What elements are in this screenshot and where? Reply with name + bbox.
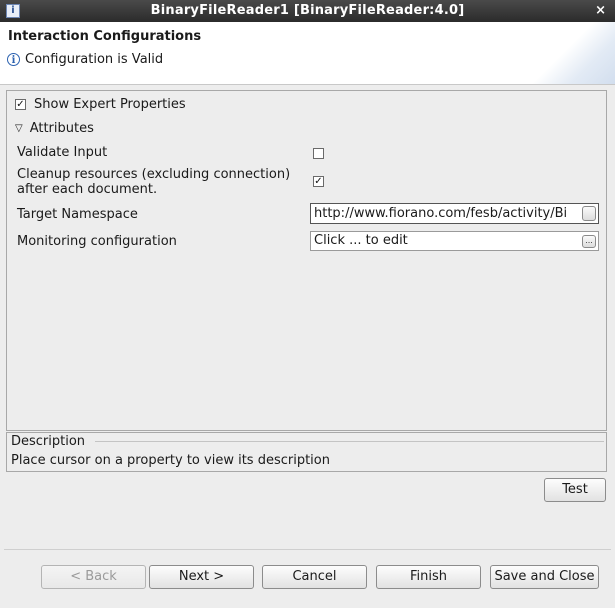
validate-input-checkbox[interactable] [313,148,324,159]
monitoring-config-label: Monitoring configuration [17,234,177,249]
target-namespace-label: Target Namespace [17,207,138,222]
expand-triangle-icon[interactable]: ▽ [15,123,23,134]
info-icon: i [7,53,20,66]
attributes-group-toggle[interactable]: ▽ Attributes [15,121,94,136]
finish-button[interactable]: Finish [376,565,481,589]
target-namespace-field[interactable]: http://www.fiorano.com/fesb/activity/Bi [310,203,599,224]
test-button[interactable]: Test [544,478,606,502]
show-expert-label: Show Expert Properties [34,97,186,112]
description-legend: Description [11,434,86,449]
next-button[interactable]: Next > [149,565,254,589]
cancel-button[interactable]: Cancel [262,565,367,589]
title-bar: i BinaryFileReader1 [BinaryFileReader:4.… [0,0,615,22]
properties-panel: ✓ Show Expert Properties ▽ Attributes Va… [6,90,607,431]
validation-status: i Configuration is Valid [7,52,163,67]
cleanup-resources-label: Cleanup resources (excluding connection)… [17,167,291,197]
target-namespace-edit-button[interactable] [582,206,596,221]
attributes-label: Attributes [29,121,94,136]
description-panel: Description Place cursor on a property t… [6,432,607,472]
page-title: Interaction Configurations [8,29,202,44]
save-and-close-button[interactable]: Save and Close [490,565,599,589]
cleanup-resources-checkbox[interactable]: ✓ [313,176,324,187]
monitoring-config-value: Click ... to edit [314,233,408,248]
back-button[interactable]: < Back [41,565,146,589]
ellipsis-button-icon[interactable]: ... [582,235,596,248]
legend-divider [95,441,604,442]
wizard-header: Interaction Configurations i Configurati… [0,22,615,85]
window-title: BinaryFileReader1 [BinaryFileReader:4.0] [150,3,465,18]
monitoring-config-field[interactable]: Click ... to edit ... [310,231,599,251]
close-icon[interactable]: × [595,3,606,18]
header-decoration [525,22,615,84]
status-text: Configuration is Valid [25,52,164,67]
description-text: Place cursor on a property to view its d… [11,453,330,468]
target-namespace-value: http://www.fiorano.com/fesb/activity/Bi [314,206,568,221]
footer-divider [4,549,611,550]
show-expert-checkbox[interactable]: ✓ [15,99,26,110]
validate-input-label: Validate Input [17,145,108,160]
show-expert-properties[interactable]: ✓ Show Expert Properties [15,97,186,112]
